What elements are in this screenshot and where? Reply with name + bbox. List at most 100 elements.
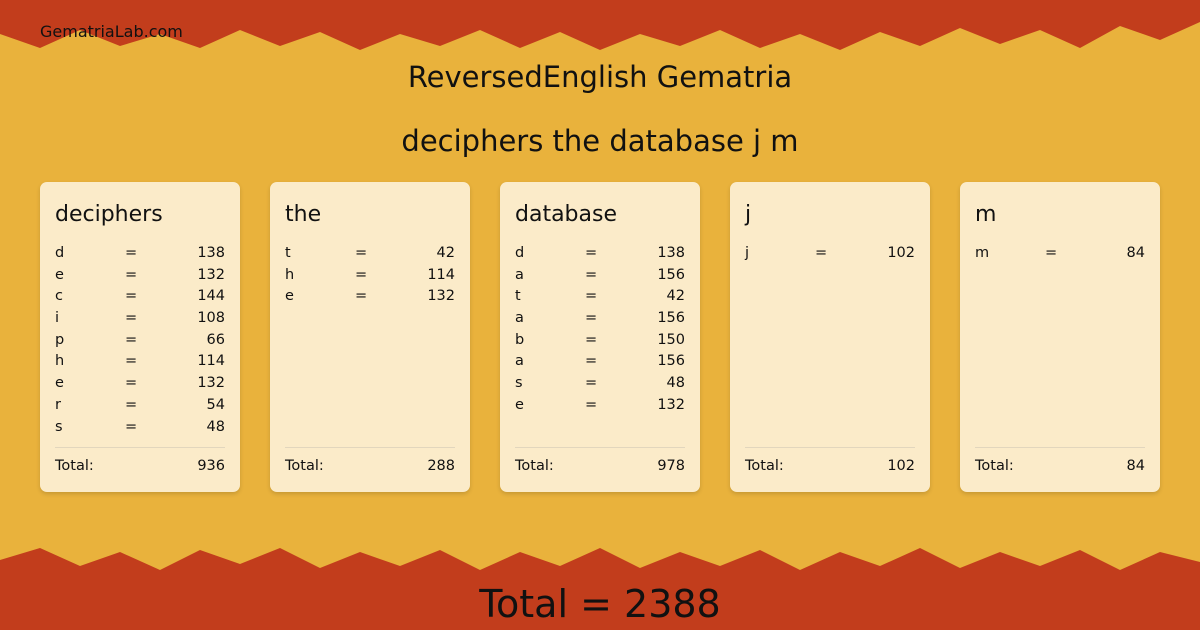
letter-value: 84 [1126, 245, 1145, 261]
word-heading: the [285, 202, 322, 227]
site-name[interactable]: GematriaLab.com [40, 22, 183, 41]
letter: a [515, 310, 524, 327]
equals-sign: = [125, 418, 138, 435]
equals-sign: = [125, 245, 138, 261]
total-value: 102 [887, 458, 915, 474]
letter: e [55, 266, 64, 283]
total-label: Total: [515, 458, 554, 474]
word-heading: j [745, 202, 752, 227]
letter-row: h = 114 [55, 353, 225, 375]
letter: m [975, 245, 990, 261]
letter-list: t = 42 h = 114 e = 132 [285, 245, 455, 310]
letter-value: 108 [197, 310, 225, 327]
letter-row: e = 132 [515, 397, 685, 419]
letter: h [55, 353, 65, 370]
letter-value: 66 [206, 331, 225, 348]
letter-row: e = 132 [55, 375, 225, 397]
letter-value: 42 [666, 288, 685, 305]
grand-total: Total = 2388 [479, 582, 721, 626]
word-heading: deciphers [55, 202, 163, 227]
letter: d [55, 245, 65, 261]
letter-row: r = 54 [55, 397, 225, 419]
equals-sign: = [585, 353, 598, 370]
letter: a [515, 353, 524, 370]
letter-row: i = 108 [55, 310, 225, 332]
equals-sign: = [125, 266, 138, 283]
letter: d [515, 245, 525, 261]
letter-row: t = 42 [515, 288, 685, 310]
letter-row: a = 156 [515, 267, 685, 289]
word-card: deciphers d = 138 e = 132 c = 144 i = 108 p = 66 h = 114 e =… [40, 182, 240, 492]
letter-value: 132 [197, 375, 225, 392]
letter-value: 156 [657, 353, 685, 370]
equals-sign: = [125, 331, 138, 348]
total-label: Total: [55, 458, 94, 474]
letter-row: a = 156 [515, 310, 685, 332]
equals-sign: = [585, 266, 598, 283]
letter: h [285, 266, 295, 283]
letter: t [515, 288, 521, 305]
word-card: j j = 102 Total: 102 [730, 182, 930, 492]
letter: j [745, 245, 750, 261]
letter-row: d = 138 [515, 245, 685, 267]
equals-sign: = [585, 396, 598, 413]
letter-row: s = 48 [55, 419, 225, 441]
divider [515, 447, 685, 448]
letter-value: 150 [657, 331, 685, 348]
total-value: 288 [427, 458, 455, 474]
equals-sign: = [355, 288, 368, 305]
letter-list: d = 138 a = 156 t = 42 a = 156 b = 150 a = 156 s = 48 e = 132 [515, 245, 685, 419]
letter: e [285, 288, 294, 305]
divider [975, 447, 1145, 448]
letter-row: e = 132 [55, 267, 225, 289]
letter: s [515, 375, 523, 392]
word-card: m m = 84 Total: 84 [960, 182, 1160, 492]
letter: p [55, 331, 65, 348]
letter-value: 102 [887, 245, 915, 261]
total-value: 84 [1126, 458, 1145, 474]
letter-row: c = 144 [55, 288, 225, 310]
equals-sign: = [125, 310, 138, 327]
letter: e [515, 396, 524, 413]
equals-sign: = [355, 245, 368, 261]
letter-value: 48 [206, 418, 225, 435]
letter-value: 42 [436, 245, 455, 261]
equals-sign: = [125, 396, 138, 413]
total-label: Total: [285, 458, 324, 474]
letter-row: b = 150 [515, 332, 685, 354]
word-card: database d = 138 a = 156 t = 42 a = 156 b = 150 a = 156 s = 4… [500, 182, 700, 492]
letter-list: d = 138 e = 132 c = 144 i = 108 p = 66 h = 114 e = 132 r = 54 s =… [55, 245, 225, 440]
word-card: the t = 42 h = 114 e = 132 Total: 288 [270, 182, 470, 492]
letter: c [55, 288, 63, 305]
letter-row: s = 48 [515, 375, 685, 397]
letter-value: 138 [197, 245, 225, 261]
equals-sign: = [585, 331, 598, 348]
page-title: ReversedEnglish Gematria [407, 60, 793, 94]
letter-row: e = 132 [285, 288, 455, 310]
word-heading: database [515, 202, 617, 227]
letter-value: 54 [206, 396, 225, 413]
word-heading: m [975, 202, 997, 227]
equals-sign: = [125, 288, 138, 305]
letter-row: j = 102 [745, 245, 915, 267]
equals-sign: = [125, 375, 138, 392]
total-value: 978 [657, 458, 685, 474]
phrase-heading: deciphers the database j m [401, 124, 799, 158]
letter-value: 132 [197, 266, 225, 283]
equals-sign: = [585, 288, 598, 305]
letter-row: d = 138 [55, 245, 225, 267]
letter-value: 156 [657, 310, 685, 327]
divider [745, 447, 915, 448]
letter-row: h = 114 [285, 267, 455, 289]
letter-row: m = 84 [975, 245, 1145, 267]
letter: r [55, 396, 61, 413]
equals-sign: = [585, 375, 598, 392]
divider [55, 447, 225, 448]
letter: b [515, 331, 525, 348]
letter-list: j = 102 [745, 245, 915, 267]
letter-value: 138 [657, 245, 685, 261]
total-label: Total: [745, 458, 784, 474]
letter-value: 48 [666, 375, 685, 392]
equals-sign: = [585, 310, 598, 327]
letter-row: a = 156 [515, 353, 685, 375]
